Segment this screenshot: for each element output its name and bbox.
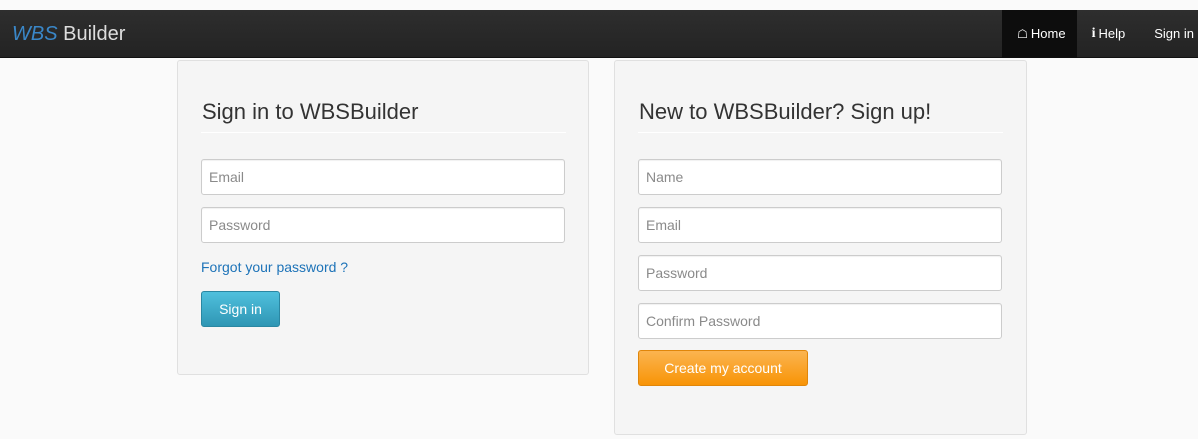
sign-in-email-input[interactable] xyxy=(201,159,565,195)
create-account-button[interactable]: Create my account xyxy=(638,350,808,386)
sign-up-title: New to WBSBuilder? Sign up! xyxy=(639,99,932,124)
sign-in-panel: Sign in to WBSBuilder Forgot your passwo… xyxy=(177,60,589,375)
brand-suffix: Builder xyxy=(57,23,126,45)
info-icon: i xyxy=(1091,26,1096,41)
nav-item-home-label: Home xyxy=(1030,26,1066,41)
sign-in-divider xyxy=(201,132,566,133)
sign-in-button[interactable]: Sign in xyxy=(201,291,280,327)
forgot-password-link[interactable]: Forgot your password ? xyxy=(201,259,348,275)
nav-item-help-label: Help xyxy=(1098,26,1126,41)
sign-up-confirm-password-input[interactable] xyxy=(638,303,1002,339)
sign-up-name-input[interactable] xyxy=(638,159,1002,195)
sign-in-password-input[interactable] xyxy=(201,207,565,243)
nav-item-help[interactable]: i Help xyxy=(1077,10,1137,58)
brand-logo[interactable]: WBS Builder xyxy=(12,10,125,58)
sign-up-divider xyxy=(638,132,1003,133)
nav-menu: ☖ Home i Help Sign in xyxy=(1002,10,1198,58)
navbar: WBS Builder ☖ Home i Help Sign in xyxy=(0,10,1198,58)
sign-up-password-input[interactable] xyxy=(638,255,1002,291)
home-icon: ☖ xyxy=(1017,27,1028,41)
sign-in-title: Sign in to WBSBuilder xyxy=(202,99,419,124)
brand-prefix: WBS xyxy=(12,23,58,45)
top-strip xyxy=(0,0,1198,10)
sign-up-panel: New to WBSBuilder? Sign up! Create my ac… xyxy=(614,60,1027,435)
nav-item-sign-in[interactable]: Sign in xyxy=(1136,10,1198,58)
sign-up-email-input[interactable] xyxy=(638,207,1002,243)
nav-item-sign-in-label: Sign in xyxy=(1154,26,1194,41)
nav-item-home[interactable]: ☖ Home xyxy=(1002,10,1077,58)
